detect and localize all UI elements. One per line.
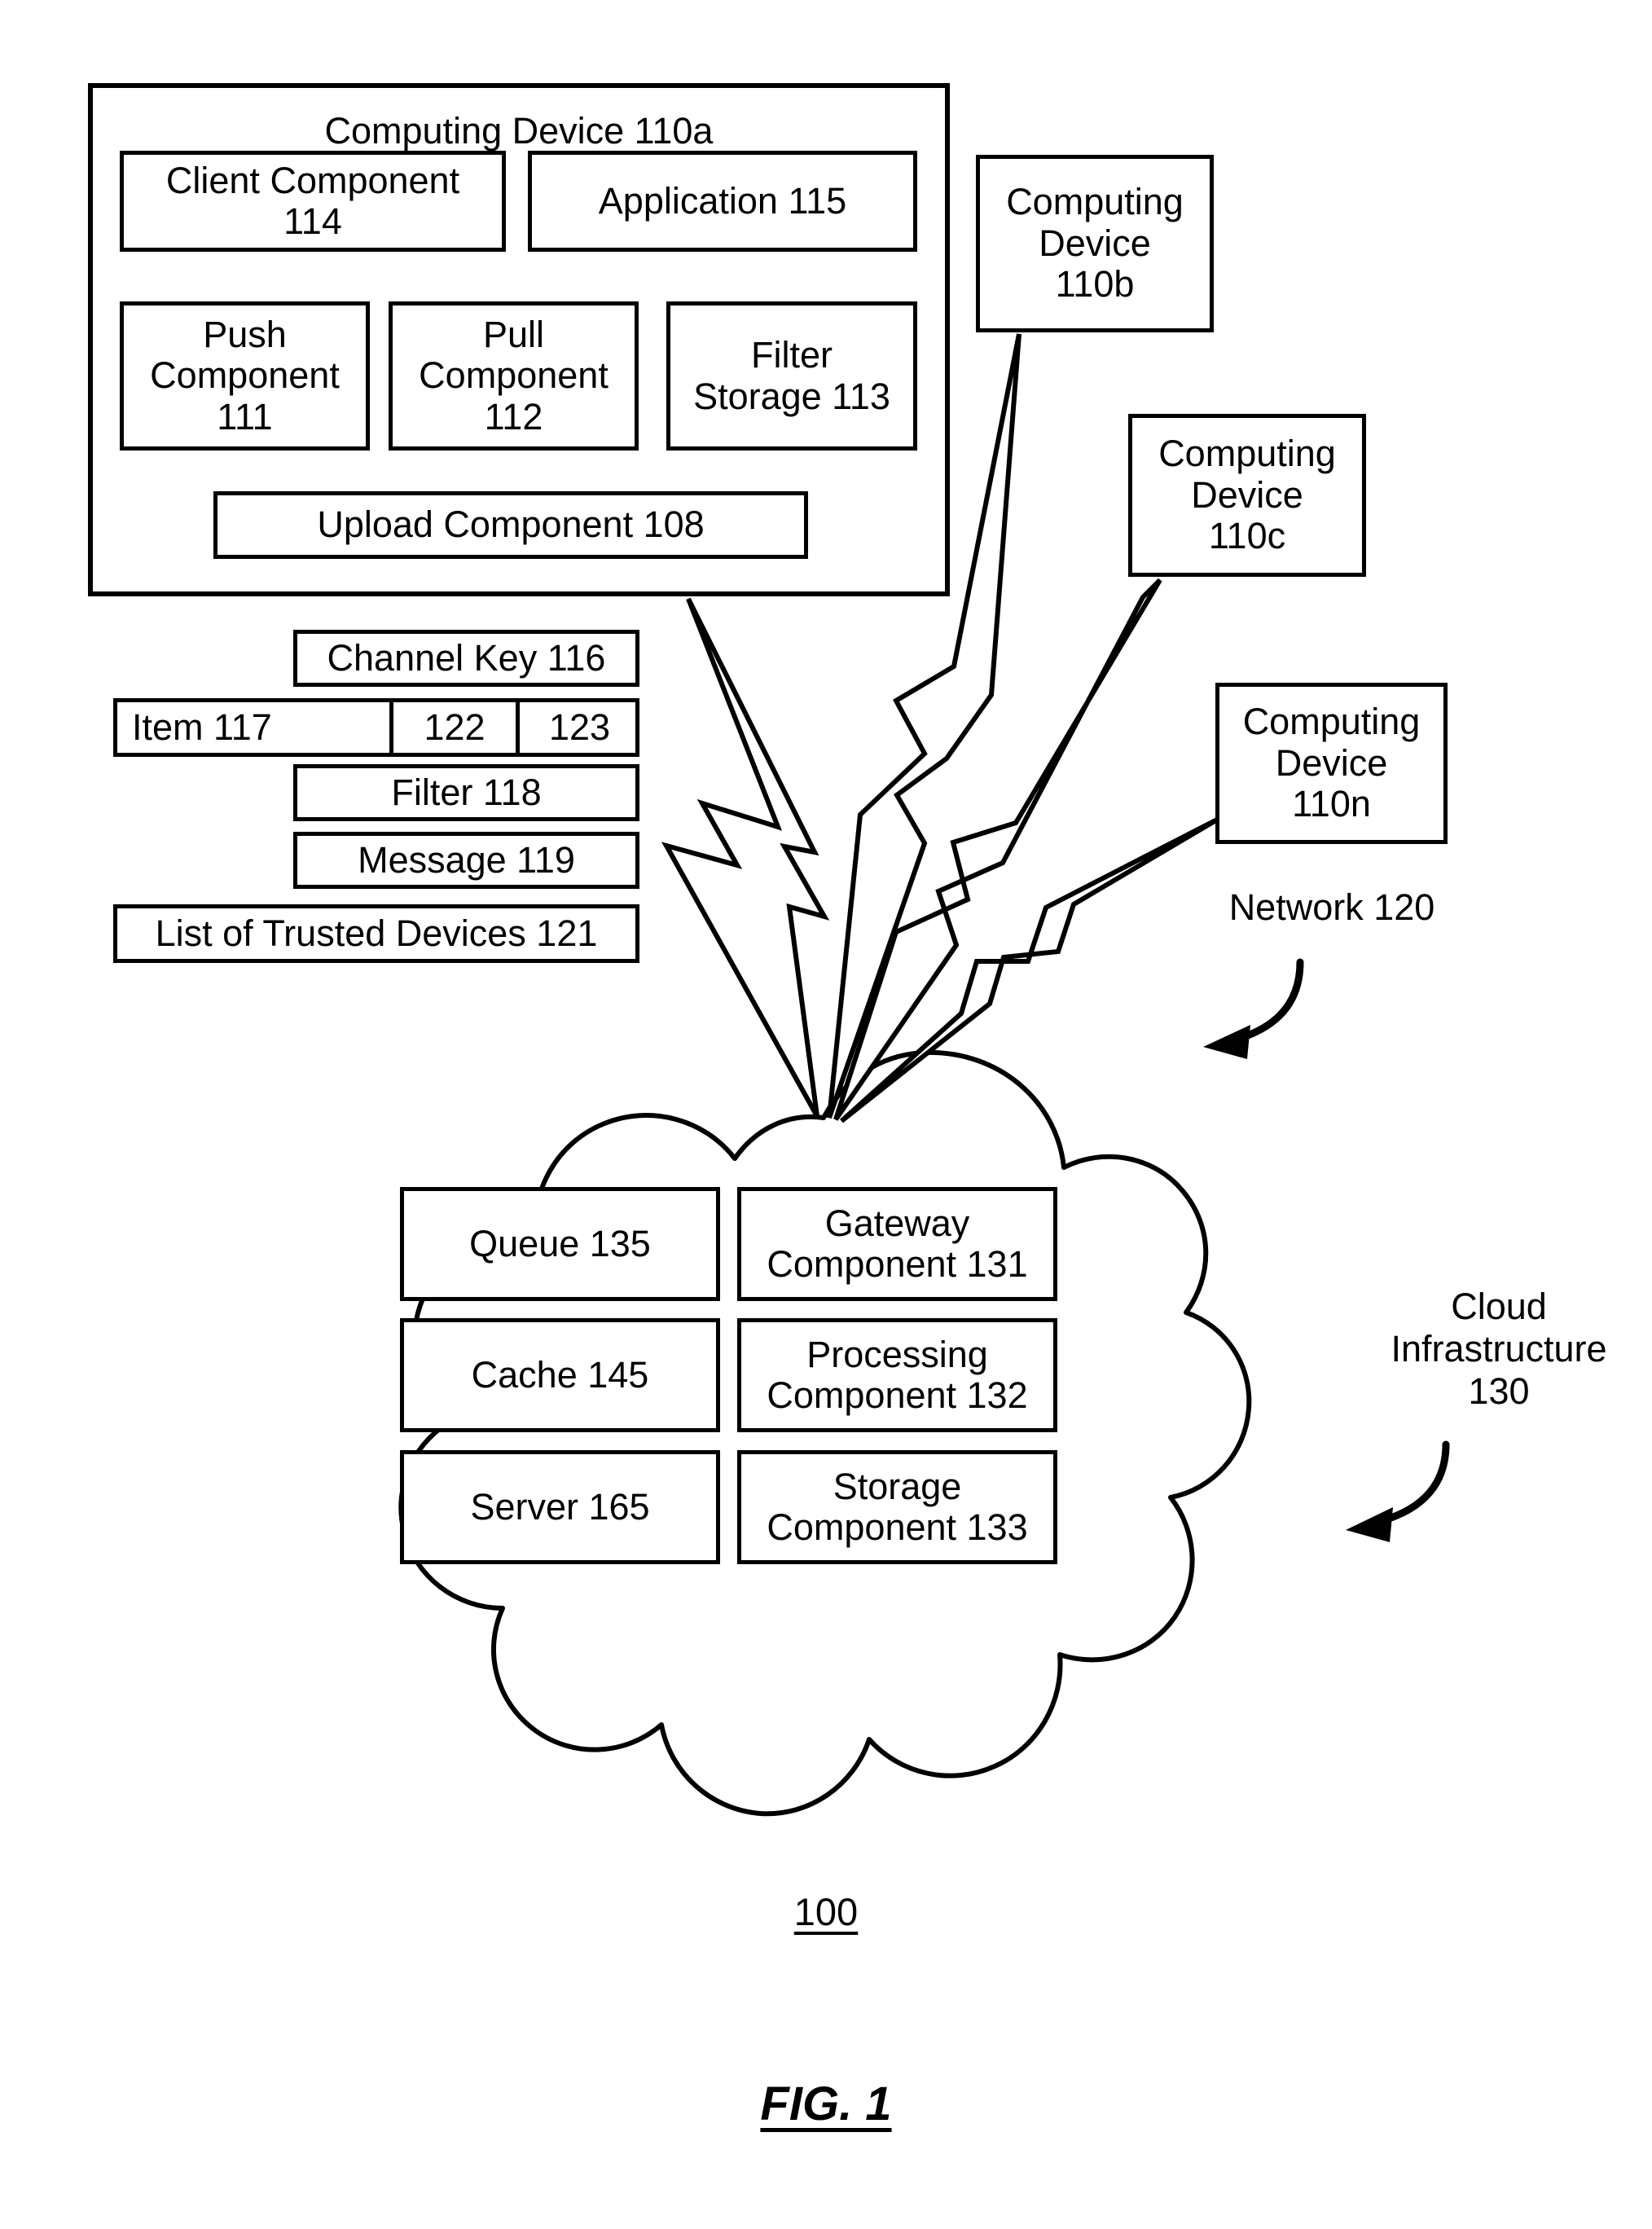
cloud-callout-arrow xyxy=(1368,1440,1450,1528)
push-component-box[interactable]: Push Component 111 xyxy=(120,301,370,451)
filter-storage-box[interactable]: Filter Storage 113 xyxy=(666,301,917,451)
lightning-bolt-110a xyxy=(661,597,830,1118)
system-reference-numeral: 100 xyxy=(793,1890,859,1933)
lightning-bolt-110c xyxy=(833,578,1162,1121)
push-component-label: Push Component 111 xyxy=(150,313,340,437)
processing-component-box[interactable]: Processing Component 132 xyxy=(737,1318,1057,1432)
item-row-box[interactable]: Item 117 122 123 xyxy=(113,698,639,757)
application-box[interactable]: Application 115 xyxy=(528,151,917,252)
network-label: Network 120 xyxy=(1228,886,1435,928)
gateway-component-box[interactable]: Gateway Component 131 xyxy=(737,1187,1057,1301)
gateway-component-label: Gateway Component 131 xyxy=(767,1202,1028,1285)
upload-component-box[interactable]: Upload Component 108 xyxy=(213,491,808,559)
pull-component-box[interactable]: Pull Component 112 xyxy=(389,301,639,451)
application-label: Application 115 xyxy=(598,179,847,222)
computing-device-110n-label: Computing Device 110n xyxy=(1242,701,1421,825)
network-callout-arrow xyxy=(1226,958,1304,1045)
queue-box[interactable]: Queue 135 xyxy=(400,1187,720,1301)
item-122-label: 122 xyxy=(424,706,485,748)
cloud-shape xyxy=(398,1049,1252,1817)
computing-device-110c-box[interactable]: Computing Device 110c xyxy=(1128,414,1366,577)
figure-caption: FIG. 1 xyxy=(760,2077,892,2130)
cloud-callout-arrowhead xyxy=(1346,1507,1393,1542)
message-119-label: Message 119 xyxy=(358,838,575,881)
server-label: Server 165 xyxy=(470,1485,650,1528)
lightning-bolt-110n xyxy=(839,816,1220,1123)
computing-device-110a-title: Computing Device 110a xyxy=(324,110,714,152)
client-component-box[interactable]: Client Component 114 xyxy=(120,151,506,252)
computing-device-110b-label: Computing Device 110b xyxy=(1006,181,1184,306)
computing-device-110n-box[interactable]: Computing Device 110n xyxy=(1215,683,1448,844)
storage-component-label: Storage Component 133 xyxy=(767,1465,1028,1548)
network-callout-arrowhead xyxy=(1203,1025,1250,1059)
computing-device-110b-box[interactable]: Computing Device 110b xyxy=(976,155,1214,332)
channel-key-box[interactable]: Channel Key 116 xyxy=(293,630,639,687)
filter-118-label: Filter 118 xyxy=(391,771,542,813)
computing-device-110c-label: Computing Device 110c xyxy=(1158,433,1336,557)
item-123-label: 123 xyxy=(548,706,611,748)
cache-label: Cache 145 xyxy=(471,1353,649,1396)
item-117-cell[interactable]: Item 117 xyxy=(117,702,389,753)
item-122-cell[interactable]: 122 xyxy=(389,702,516,753)
filter-118-box[interactable]: Filter 118 xyxy=(293,764,639,821)
message-119-box[interactable]: Message 119 xyxy=(293,832,639,889)
figure-canvas: Computing Device 110a Client Component 1… xyxy=(0,0,1652,2229)
storage-component-box[interactable]: Storage Component 133 xyxy=(737,1450,1057,1564)
filter-storage-label: Filter Storage 113 xyxy=(693,334,890,417)
upload-component-label: Upload Component 108 xyxy=(317,503,705,546)
client-component-label: Client Component 114 xyxy=(165,159,460,242)
trusted-devices-list-label: List of Trusted Devices 121 xyxy=(155,912,598,954)
queue-label: Queue 135 xyxy=(469,1222,651,1264)
item-117-label: Item 117 xyxy=(132,706,272,748)
server-box[interactable]: Server 165 xyxy=(400,1450,720,1564)
cloud-infrastructure-label: Cloud Infrastructure 130 xyxy=(1391,1286,1607,1412)
processing-component-label: Processing Component 132 xyxy=(767,1333,1028,1416)
trusted-devices-list-box[interactable]: List of Trusted Devices 121 xyxy=(113,904,639,963)
pull-component-label: Pull Component 112 xyxy=(419,313,609,437)
cache-box[interactable]: Cache 145 xyxy=(400,1318,720,1432)
item-123-cell[interactable]: 123 xyxy=(516,702,639,753)
channel-key-label: Channel Key 116 xyxy=(327,636,606,679)
